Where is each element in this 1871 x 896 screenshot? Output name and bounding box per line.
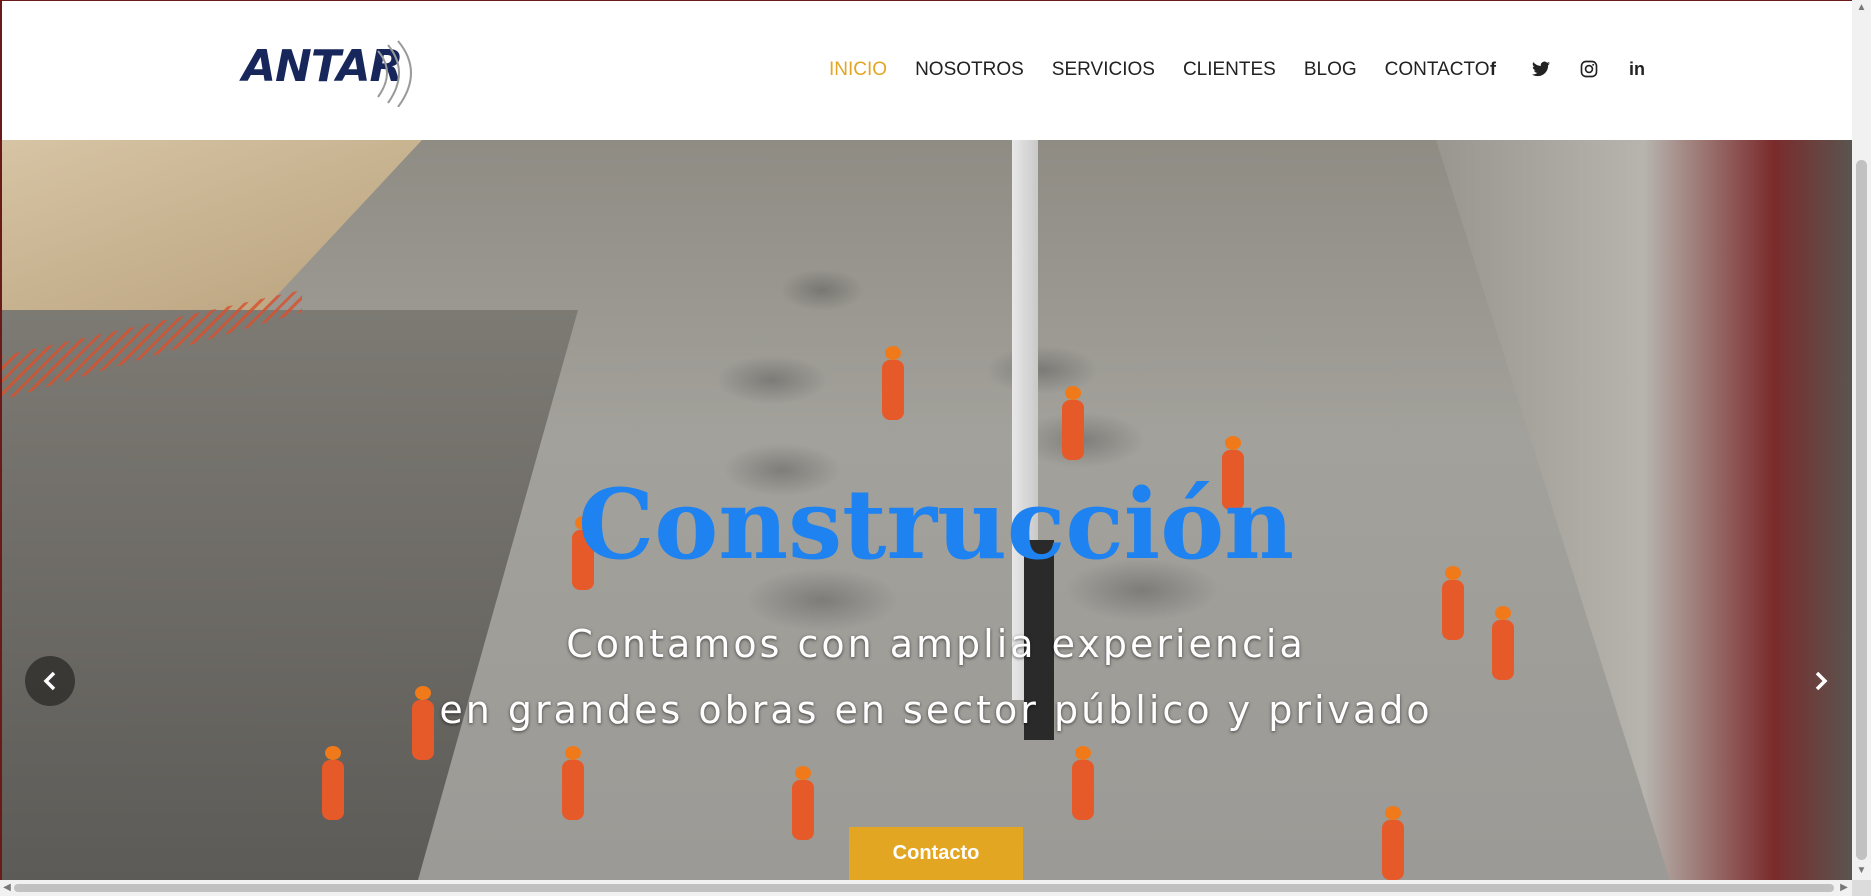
nav-nosotros[interactable]: NOSOTROS	[901, 57, 1038, 83]
vertical-scrollbar[interactable]: ▲ ▼	[1852, 0, 1871, 880]
site-header: ANTAR INICIO NOSOTROS SERVICIOS CLIENTES…	[2, 1, 1852, 140]
horizontal-scroll-thumb[interactable]	[14, 884, 1834, 892]
linkedin-icon[interactable]: in	[1624, 56, 1650, 82]
contact-button[interactable]: Contacto	[849, 827, 1023, 880]
instagram-icon[interactable]	[1576, 56, 1602, 82]
hero-bg-worker	[562, 746, 584, 820]
hero-subtitle-line1: Contamos con amplia experiencia	[566, 622, 1306, 666]
nav-inicio[interactable]: INICIO	[815, 57, 901, 83]
hero-bg-worker	[792, 766, 814, 840]
hero-subtitle-line2: en grandes obras en sector público y pri…	[439, 688, 1433, 732]
scroll-right-icon[interactable]: ▶	[1838, 882, 1850, 894]
scroll-left-icon[interactable]: ◀	[1, 882, 13, 894]
hero-title: Construcción	[577, 468, 1295, 581]
nav-clientes[interactable]: CLIENTES	[1169, 57, 1290, 83]
facebook-icon[interactable]: f	[1480, 56, 1506, 82]
scroll-up-icon[interactable]: ▲	[1856, 2, 1867, 14]
nav-blog[interactable]: BLOG	[1290, 57, 1371, 83]
hero-bg-worker	[1062, 386, 1084, 460]
horizontal-scrollbar[interactable]: ◀ ▶	[0, 880, 1852, 896]
hero-bg-worker	[1072, 746, 1094, 820]
hero-bg-worker	[882, 346, 904, 420]
antar-logo[interactable]: ANTAR	[238, 37, 438, 107]
slider-next-icon[interactable]	[1796, 656, 1846, 706]
social-links: f in	[1480, 56, 1650, 82]
hero-bg-sand	[2, 140, 422, 320]
scrollbar-corner	[1852, 880, 1871, 896]
hero-bg-worker	[322, 746, 344, 820]
slider-prev-icon[interactable]	[25, 656, 75, 706]
main-nav: INICIO NOSOTROS SERVICIOS CLIENTES BLOG …	[815, 57, 1504, 83]
hero-bg-worker	[1382, 806, 1404, 880]
scroll-down-icon[interactable]: ▼	[1856, 865, 1867, 877]
logo-waves-icon	[377, 40, 412, 107]
twitter-icon[interactable]	[1528, 56, 1554, 82]
nav-servicios[interactable]: SERVICIOS	[1038, 57, 1169, 83]
vertical-scroll-thumb[interactable]	[1856, 160, 1867, 860]
